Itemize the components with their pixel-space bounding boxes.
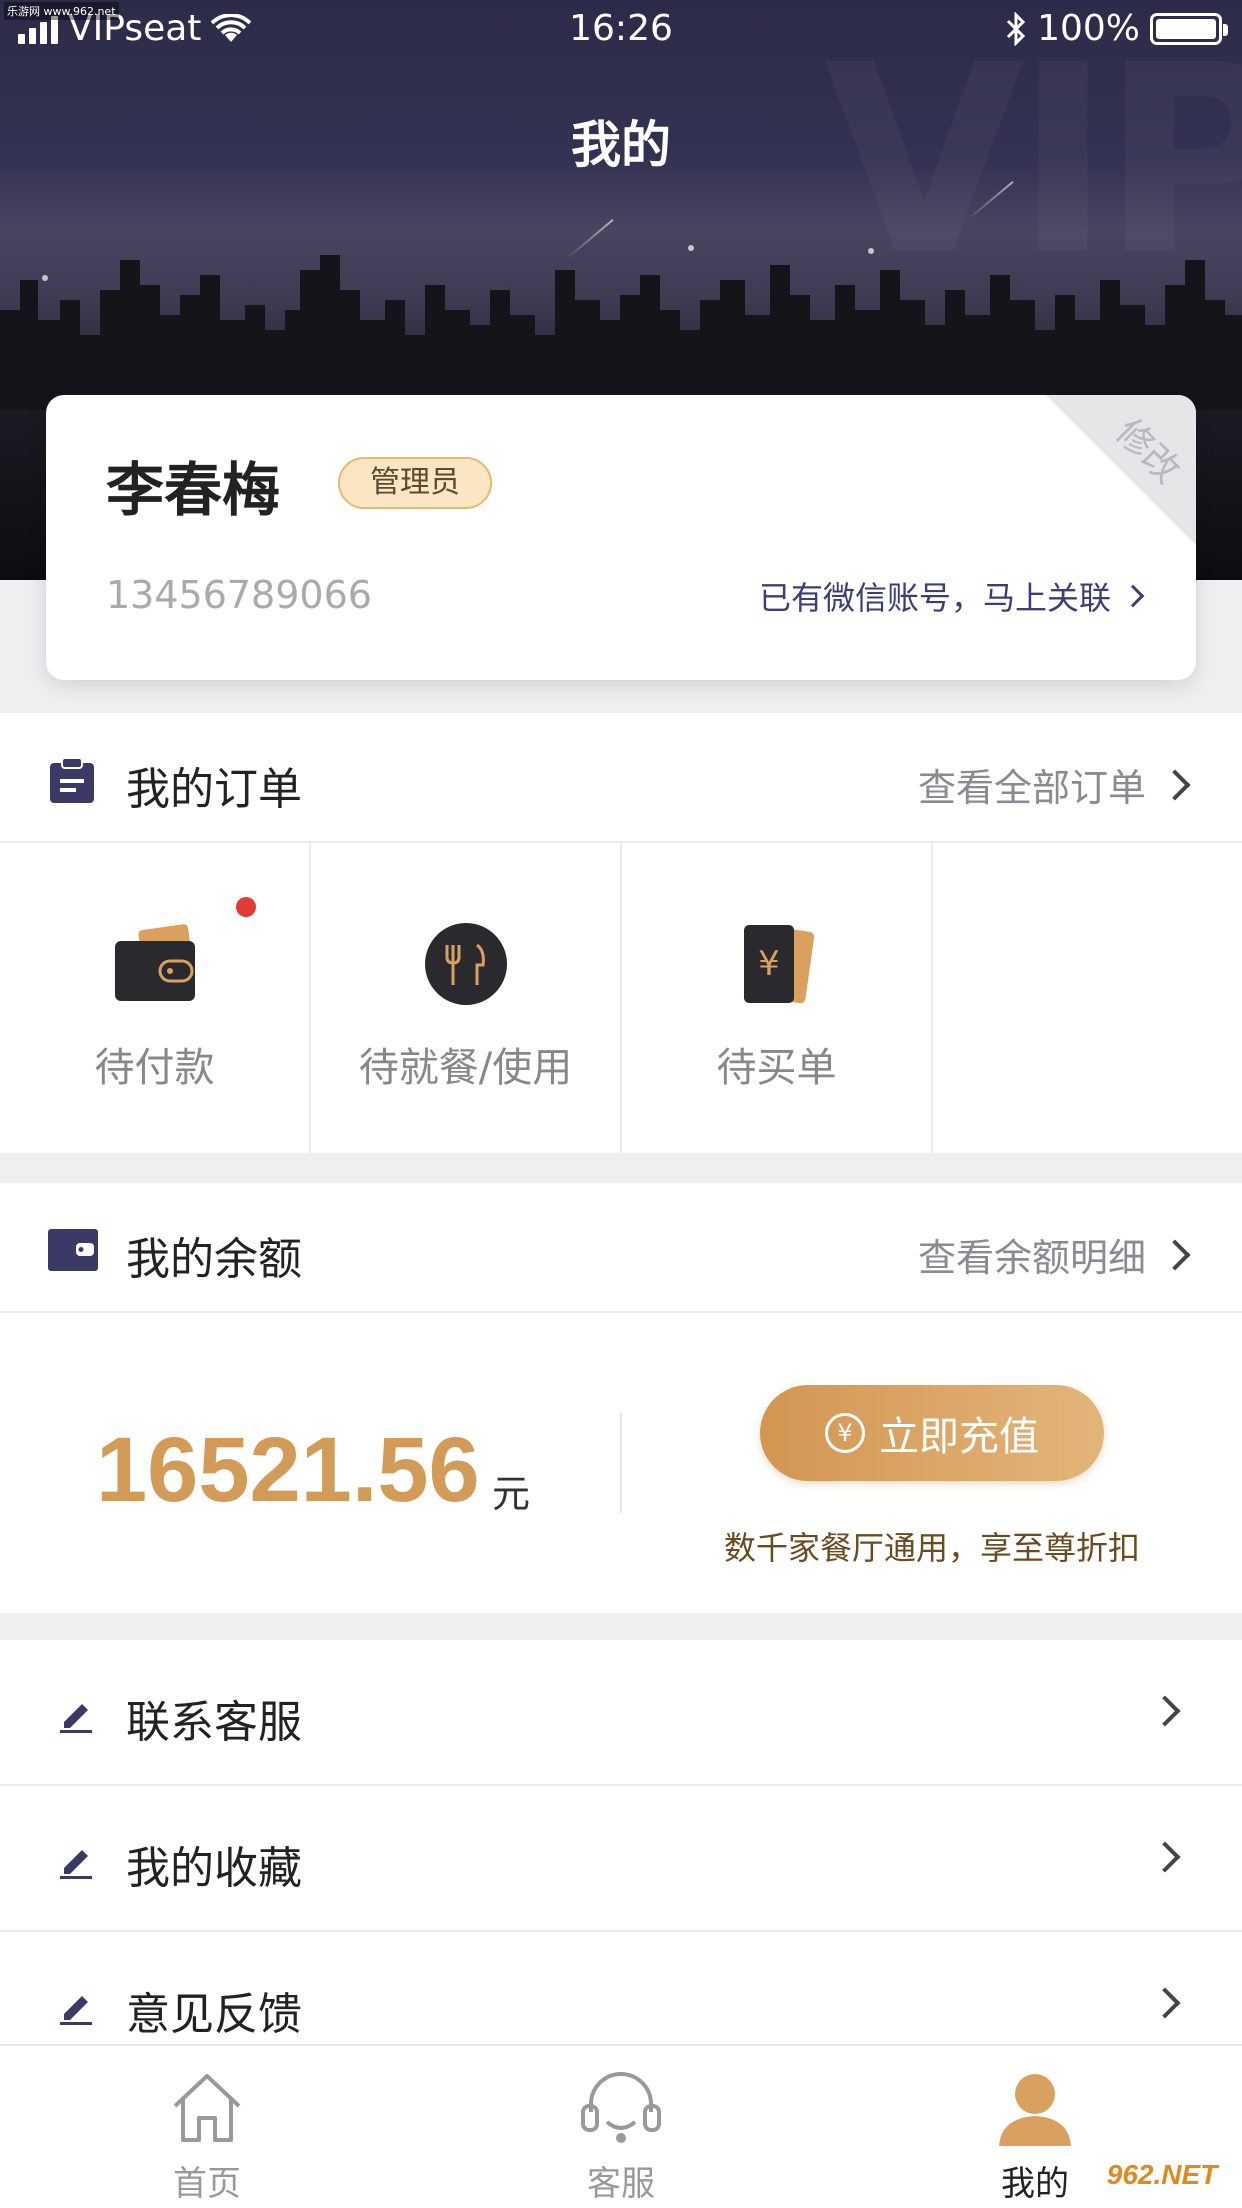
wallet-small-icon [48,1229,98,1271]
edit-label: 修改 [1107,411,1188,492]
view-balance-detail-label: 查看余额明细 [917,1236,1146,1280]
link-wechat-button[interactable]: 已有微信账号，马上关联 [758,573,1145,619]
view-all-orders-label: 查看全部订单 [917,766,1146,810]
order-label: 待就餐/使用 [358,1045,573,1091]
chevron-right-icon [1149,1987,1181,2019]
menu-label: 联系客服 [126,1697,302,1748]
view-balance-detail-button[interactable]: 查看余额明细 [917,1227,1191,1282]
balance-body: 16521.56 元 ¥ 立即充值 数千家餐厅通用，享至尊折扣 [0,1313,1242,1613]
pencil-icon [60,1850,92,1879]
order-empty-cell [933,843,1242,1153]
profile-card: 李春梅 管理员 修改 13456789066 已有微信账号，马上关联 [46,395,1196,680]
role-badge: 管理员 [338,457,492,509]
chevron-right-icon [1159,1238,1191,1271]
yen-icon: ¥ [825,1413,865,1453]
svg-text:¥: ¥ [758,944,780,984]
orders-section: 我的订单 查看全部订单 待付款 待就餐/使用 ¥ 待买单 [0,713,1242,1153]
user-name: 李春梅 [106,456,281,524]
yen-card-icon: ¥ [743,925,814,1004]
headset-icon [581,2072,661,2143]
tab-customer-service[interactable]: 客服 [414,2046,828,2208]
balance-header: 我的余额 查看余额明细 [0,1183,1242,1313]
orders-title: 我的订单 [126,764,302,815]
user-icon [999,2074,1071,2146]
site-logo-watermark: 962.NET [1092,2152,1232,2198]
recharge-label: 立即充值 [879,1414,1039,1460]
balance-title: 我的余额 [126,1234,302,1285]
menu-list: 联系客服 我的收藏 意见反馈 [0,1640,1242,2078]
tab-label: 首页 [173,2164,241,2204]
edit-profile-button[interactable]: 修改 [1046,395,1196,545]
recharge-note: 数千家餐厅通用，享至尊折扣 [723,1529,1140,1567]
menu-label: 意见反馈 [126,1989,302,2040]
menu-item-contact-service[interactable]: 联系客服 [0,1640,1242,1786]
tab-bar: 首页 客服 我的 [0,2044,1242,2208]
clipboard-icon [50,757,94,803]
bluetooth-icon [1007,11,1026,46]
battery-icon [1150,12,1228,45]
order-pending-dining[interactable]: 待就餐/使用 [311,843,622,1153]
wallet-icon [114,924,195,1001]
view-all-orders-button[interactable]: 查看全部订单 [917,757,1191,812]
status-bar: VIPseat 16:26 100% [0,0,1242,60]
order-label: 待买单 [716,1045,837,1091]
fork-knife-icon [424,923,507,1005]
pencil-icon [60,1704,92,1733]
phone-number: 13456789066 [106,573,372,617]
tab-home[interactable]: 首页 [0,2046,414,2208]
menu-item-favorites[interactable]: 我的收藏 [0,1786,1242,1932]
pencil-icon [60,1996,92,2025]
chevron-right-icon [1159,768,1191,801]
recharge-button[interactable]: ¥ 立即充值 [760,1385,1104,1481]
balance-amount: 16521.56 [96,1419,480,1521]
balance-section: 我的余额 查看余额明细 16521.56 元 ¥ 立即充值 数千家餐厅通用，享至… [0,1183,1242,1613]
home-icon [173,2074,241,2142]
order-pending-payment[interactable]: 待付款 [0,843,311,1153]
divider [620,1413,622,1513]
city-skyline [0,255,1242,410]
chevron-right-icon [1149,1695,1181,1727]
page-title: 我的 [571,116,671,174]
wechat-link-label: 已有微信账号，马上关联 [758,579,1111,617]
order-status-grid: 待付款 待就餐/使用 ¥ 待买单 [0,843,1242,1153]
battery-percent: 100% [1037,8,1140,49]
orders-header: 我的订单 查看全部订单 [0,713,1242,843]
balance-unit: 元 [492,1472,531,1516]
tab-label: 客服 [587,2164,655,2204]
chevron-right-icon [1149,1841,1181,1873]
chevron-right-icon [1121,584,1145,608]
order-pending-bill[interactable]: ¥ 待买单 [622,843,933,1153]
site-watermark: 乐游网 www.962.net [4,2,119,20]
notification-dot [236,897,256,917]
order-label: 待付款 [94,1045,215,1091]
menu-label: 我的收藏 [126,1843,302,1894]
